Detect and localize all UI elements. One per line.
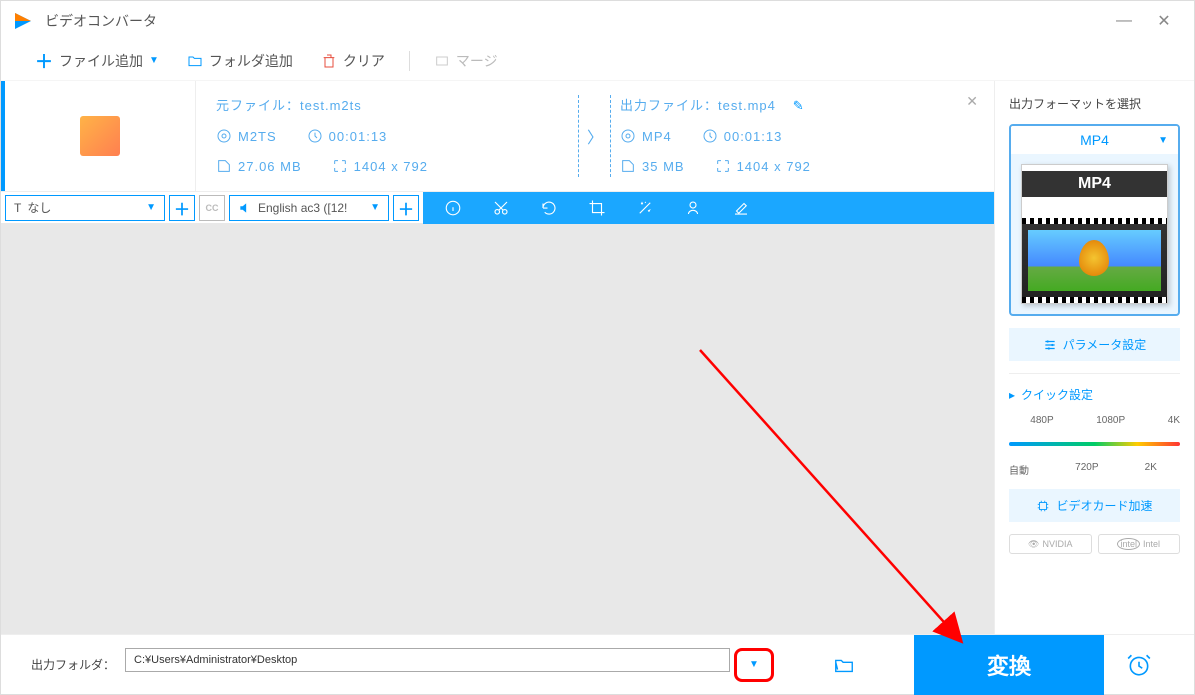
- dropdown-caret-icon: ▼: [370, 202, 380, 213]
- output-resolution: 1404 x 792: [715, 158, 811, 174]
- dropdown-caret-icon: ▼: [146, 202, 156, 213]
- resolution-icon: [332, 158, 348, 174]
- resolution-icon: [715, 158, 731, 174]
- add-audio-button[interactable]: ＋: [393, 195, 419, 221]
- format-dropdown[interactable]: MP4 ▼: [1011, 126, 1178, 154]
- app-logo-icon: [11, 9, 35, 33]
- res-2k-label: 2K: [1145, 462, 1157, 477]
- bottom-bar: 出力フォルダ： ▼ 変換: [1, 634, 1194, 694]
- gpu-accel-button[interactable]: ビデオカード加速: [1009, 489, 1180, 522]
- rotate-tool[interactable]: [539, 198, 559, 218]
- file-icon: [216, 158, 232, 174]
- info-tool[interactable]: [443, 198, 463, 218]
- audio-value: English ac3 ([12!: [258, 201, 347, 215]
- clear-label: クリア: [343, 51, 385, 71]
- res-720-label: 720P: [1075, 462, 1098, 477]
- file-action-bar: T なし ▼ ＋ CC English ac3 ([12! ▼ ＋: [1, 191, 994, 223]
- app-title: ビデオコンバータ: [45, 11, 157, 31]
- source-size: 27.06 MB: [216, 158, 302, 174]
- output-path-dropdown[interactable]: ▼: [734, 648, 774, 682]
- schedule-button[interactable]: [1114, 652, 1164, 678]
- watermark-tool[interactable]: [683, 198, 703, 218]
- source-file-label: 元ファイル：test.m2ts: [216, 95, 570, 114]
- output-folder-label: 出力フォルダ：: [31, 656, 115, 673]
- settings-icon: [1043, 338, 1057, 352]
- minimize-button[interactable]: —: [1104, 6, 1144, 36]
- source-resolution: 1404 x 792: [332, 158, 428, 174]
- audio-track-select[interactable]: English ac3 ([12! ▼: [229, 195, 389, 221]
- format-preview-image: MP4: [1021, 164, 1168, 304]
- dropdown-caret-icon: ▼: [1158, 135, 1168, 146]
- subtitle-edit-tool[interactable]: [731, 198, 751, 218]
- add-subtitle-button[interactable]: ＋: [169, 195, 195, 221]
- title-bar: ビデオコンバータ — ✕: [1, 1, 1194, 41]
- close-button[interactable]: ✕: [1144, 6, 1184, 36]
- audio-icon: [238, 201, 252, 215]
- output-duration: 00:01:13: [702, 128, 783, 144]
- res-auto-label: 自動: [1009, 462, 1029, 477]
- conversion-arrow-icon: 〉: [570, 95, 620, 177]
- edit-output-name-button[interactable]: ✎: [793, 98, 805, 113]
- output-file-label: 出力ファイル：test.mp4 ✎: [620, 95, 974, 114]
- video-thumbnail[interactable]: [1, 81, 196, 191]
- source-format: M2TS: [216, 128, 277, 144]
- trash-icon: [321, 53, 337, 69]
- resolution-slider[interactable]: 480P 1080P 4K 自動 720P 2K: [1009, 415, 1180, 477]
- toolbar-divider: [409, 51, 410, 71]
- cut-tool[interactable]: [491, 198, 511, 218]
- dropdown-caret-icon[interactable]: ▼: [149, 55, 159, 66]
- video-file-row[interactable]: 元ファイル：test.m2ts M2TS 00:01:13: [1, 81, 994, 191]
- output-size: 35 MB: [620, 158, 685, 174]
- format-icon: [216, 128, 232, 144]
- output-format-panel: 出力フォーマットを選択 MP4 ▼ MP4 パラメータ設定 ▸クイック設定: [994, 81, 1194, 634]
- quick-settings-label: ▸クイック設定: [1009, 386, 1180, 403]
- add-file-button[interactable]: ＋ ファイル追加 ▼: [21, 41, 173, 81]
- cc-button[interactable]: CC: [199, 195, 225, 221]
- text-icon: T: [14, 201, 21, 215]
- browse-folder-button[interactable]: [824, 654, 864, 676]
- output-path-input[interactable]: [125, 648, 730, 672]
- clock-icon: [307, 128, 323, 144]
- merge-button[interactable]: マージ: [420, 41, 512, 81]
- add-folder-label: フォルダ追加: [209, 51, 293, 71]
- res-4k-label: 4K: [1168, 415, 1180, 426]
- folder-icon: [187, 53, 203, 69]
- source-file-column: 元ファイル：test.m2ts M2TS 00:01:13: [216, 95, 570, 177]
- merge-label: マージ: [456, 51, 498, 71]
- merge-icon: [434, 53, 450, 69]
- format-selector[interactable]: MP4 ▼ MP4: [1009, 124, 1180, 316]
- content-area: 元ファイル：test.m2ts M2TS 00:01:13: [1, 81, 994, 634]
- output-file-column: 出力ファイル：test.mp4 ✎ MP4 00:01:13: [620, 95, 974, 177]
- clear-button[interactable]: クリア: [307, 41, 399, 81]
- res-1080-label: 1080P: [1096, 415, 1125, 426]
- source-duration: 00:01:13: [307, 128, 388, 144]
- edit-toolbar: [423, 192, 994, 224]
- remove-file-button[interactable]: ✕: [966, 93, 978, 110]
- subtitle-value: なし: [27, 199, 51, 216]
- subtitle-select[interactable]: T なし ▼: [5, 195, 165, 221]
- convert-button[interactable]: 変換: [914, 635, 1104, 695]
- res-480-label: 480P: [1030, 415, 1053, 426]
- nvidia-badge: 👁NVIDIA: [1009, 534, 1092, 554]
- effects-tool[interactable]: [635, 198, 655, 218]
- gpu-badges: 👁NVIDIA intelIntel: [1009, 534, 1180, 554]
- add-folder-button[interactable]: フォルダ追加: [173, 41, 307, 81]
- format-panel-title: 出力フォーマットを選択: [1009, 95, 1180, 112]
- chip-icon: [1036, 499, 1050, 513]
- format-icon: [620, 128, 636, 144]
- file-icon: [620, 158, 636, 174]
- add-file-label: ファイル追加: [59, 51, 143, 71]
- intel-badge: intelIntel: [1098, 534, 1181, 554]
- main-toolbar: ＋ ファイル追加 ▼ フォルダ追加 クリア マージ: [1, 41, 1194, 81]
- crop-tool[interactable]: [587, 198, 607, 218]
- plus-icon: ＋: [35, 48, 53, 74]
- alarm-clock-icon: [1126, 652, 1152, 678]
- output-format: MP4: [620, 128, 672, 144]
- clock-icon: [702, 128, 718, 144]
- folder-open-icon: [833, 654, 855, 676]
- parameter-settings-button[interactable]: パラメータ設定: [1009, 328, 1180, 361]
